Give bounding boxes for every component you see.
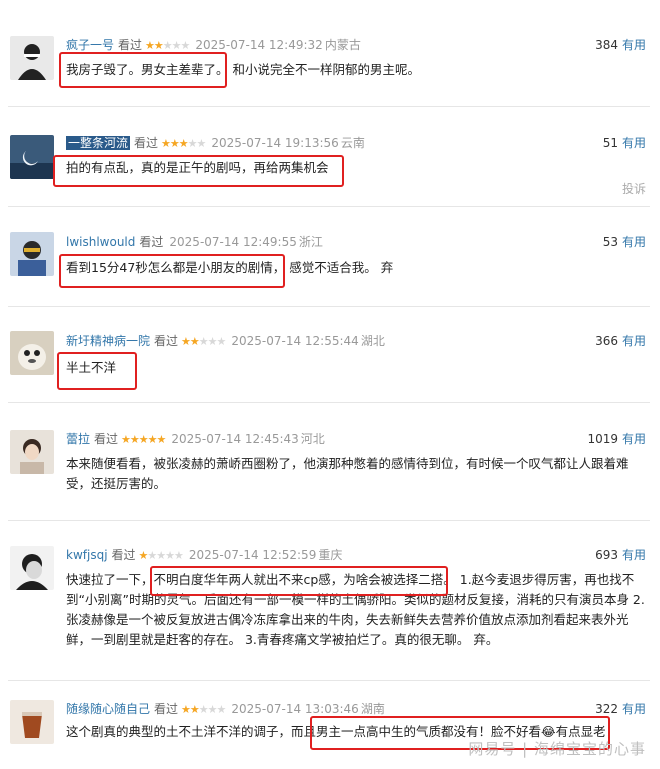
watch-status: 看过: [154, 702, 179, 716]
comment-text: 半土不洋: [66, 360, 117, 375]
timestamp: 2025-07-14 12:55:44: [231, 334, 359, 348]
useful-count: 693: [595, 548, 618, 562]
location: 云南: [340, 136, 365, 150]
useful-button[interactable]: 384 有用: [595, 36, 646, 54]
timestamp: 2025-07-14 12:49:32: [195, 38, 323, 52]
avatar[interactable]: [10, 331, 54, 375]
username-link[interactable]: kwfjsqj: [66, 548, 108, 562]
useful-button[interactable]: 51 有用: [603, 134, 646, 152]
review-meta: 新圩精神病一院 看过 ★★★★★ 2025-07-14 12:55:44 湖北: [66, 332, 385, 350]
username-link[interactable]: lwishlwould: [66, 235, 135, 249]
location: 浙江: [298, 235, 323, 249]
rating-stars: ★★★★★: [138, 549, 184, 562]
comment-text: 我房子毁了。男女主差辈了。 和小说完全不一样阴郁的男主呢。: [66, 62, 420, 77]
rating-stars: ★★★★★: [121, 433, 166, 446]
useful-label: 有用: [621, 432, 646, 446]
divider: [8, 402, 650, 403]
watch-status: 看过: [139, 235, 164, 249]
report-link[interactable]: 投诉: [622, 180, 646, 197]
location: 湖南: [360, 702, 385, 716]
useful-count: 322: [595, 702, 618, 716]
reviews-page: { "reviews": [ {"user":"疯子一号","tag":"看过"…: [0, 0, 660, 769]
divider: [8, 520, 650, 521]
avatar[interactable]: [10, 546, 54, 590]
timestamp: 2025-07-14 19:13:56: [211, 136, 339, 150]
location: 内蒙古: [324, 38, 361, 52]
location: 河北: [300, 432, 325, 446]
review-meta: 蕾拉 看过 ★★★★★ 2025-07-14 12:45:43 河北: [66, 430, 325, 448]
rating-stars: ★★★★★: [145, 39, 190, 52]
watch-status: 看过: [154, 334, 179, 348]
rating-stars: ★★★★★: [181, 703, 226, 716]
useful-label: 有用: [621, 548, 646, 562]
useful-count: 366: [595, 334, 618, 348]
divider: [8, 306, 650, 307]
avatar[interactable]: [10, 700, 54, 744]
useful-label: 有用: [621, 702, 646, 716]
rating-stars: ★★★★★: [181, 335, 226, 348]
review-meta: kwfjsqj 看过 ★★★★★ 2025-07-14 12:52:59 重庆: [66, 546, 342, 564]
useful-button[interactable]: 53 有用: [603, 233, 646, 251]
timestamp: 2025-07-14 13:03:46: [231, 702, 359, 716]
comment-text: 拍的有点乱，真的是正午的剧吗，再给两集机会: [66, 160, 329, 175]
review-meta: 随缘随心随自己 看过 ★★★★★ 2025-07-14 13:03:46 湖南: [66, 700, 385, 718]
avatar[interactable]: [10, 430, 54, 474]
useful-count: 51: [602, 136, 618, 150]
avatar[interactable]: [10, 36, 54, 80]
username-link[interactable]: 蕾拉: [66, 432, 90, 446]
timestamp: 2025-07-14 12:49:55: [169, 235, 297, 249]
review-meta: 疯子一号 看过 ★★★★★ 2025-07-14 12:49:32 内蒙古: [66, 36, 361, 54]
watermark: 网易号 | 海绵宝宝的心事: [468, 740, 646, 758]
rating-stars: ★★★★★: [161, 137, 206, 150]
watch-status: 看过: [134, 136, 159, 150]
useful-label: 有用: [621, 235, 646, 249]
useful-count: 384: [595, 38, 618, 52]
avatar[interactable]: [10, 135, 54, 179]
avatar[interactable]: [10, 232, 54, 276]
review-meta: lwishlwould 看过 2025-07-14 12:49:55 浙江: [66, 233, 323, 251]
username-link[interactable]: 一整条河流: [66, 136, 131, 150]
useful-label: 有用: [621, 38, 646, 52]
useful-label: 有用: [621, 136, 646, 150]
comment-text: 看到15分47秒怎么都是小朋友的剧情， 感觉不适合我。 弃: [66, 260, 394, 275]
location: 湖北: [360, 334, 385, 348]
useful-button[interactable]: 1019 有用: [587, 430, 646, 448]
useful-count: 1019: [587, 432, 618, 446]
location: 重庆: [318, 548, 343, 562]
timestamp: 2025-07-14 12:45:43: [171, 432, 299, 446]
watch-status: 看过: [118, 38, 143, 52]
comment-text: 本来随便看看，被张凌赫的萧峤西圈粉了，他演那种憋着的感情待到位，有时候一个叹气都…: [66, 456, 629, 491]
username-link[interactable]: 疯子一号: [66, 38, 114, 52]
timestamp: 2025-07-14 12:52:59: [188, 548, 317, 562]
useful-button[interactable]: 366 有用: [595, 332, 646, 350]
useful-button[interactable]: 693 有用: [595, 546, 646, 564]
watch-status: 看过: [111, 548, 136, 562]
useful-button[interactable]: 322 有用: [595, 700, 646, 718]
divider: [8, 206, 650, 207]
useful-count: 53: [602, 235, 618, 249]
divider: [8, 106, 650, 107]
username-link[interactable]: 随缘随心随自己: [66, 702, 150, 716]
review-meta: 一整条河流 看过 ★★★★★ 2025-07-14 19:13:56 云南: [66, 134, 365, 152]
useful-label: 有用: [621, 334, 646, 348]
username-link[interactable]: 新圩精神病一院: [66, 334, 150, 348]
divider: [8, 680, 650, 681]
comment-text: 快速拉了一下，不明白度华年两人就出不来cp感，为啥会被选择二搭。 1.赵今麦退步…: [66, 572, 645, 647]
watch-status: 看过: [94, 432, 119, 446]
